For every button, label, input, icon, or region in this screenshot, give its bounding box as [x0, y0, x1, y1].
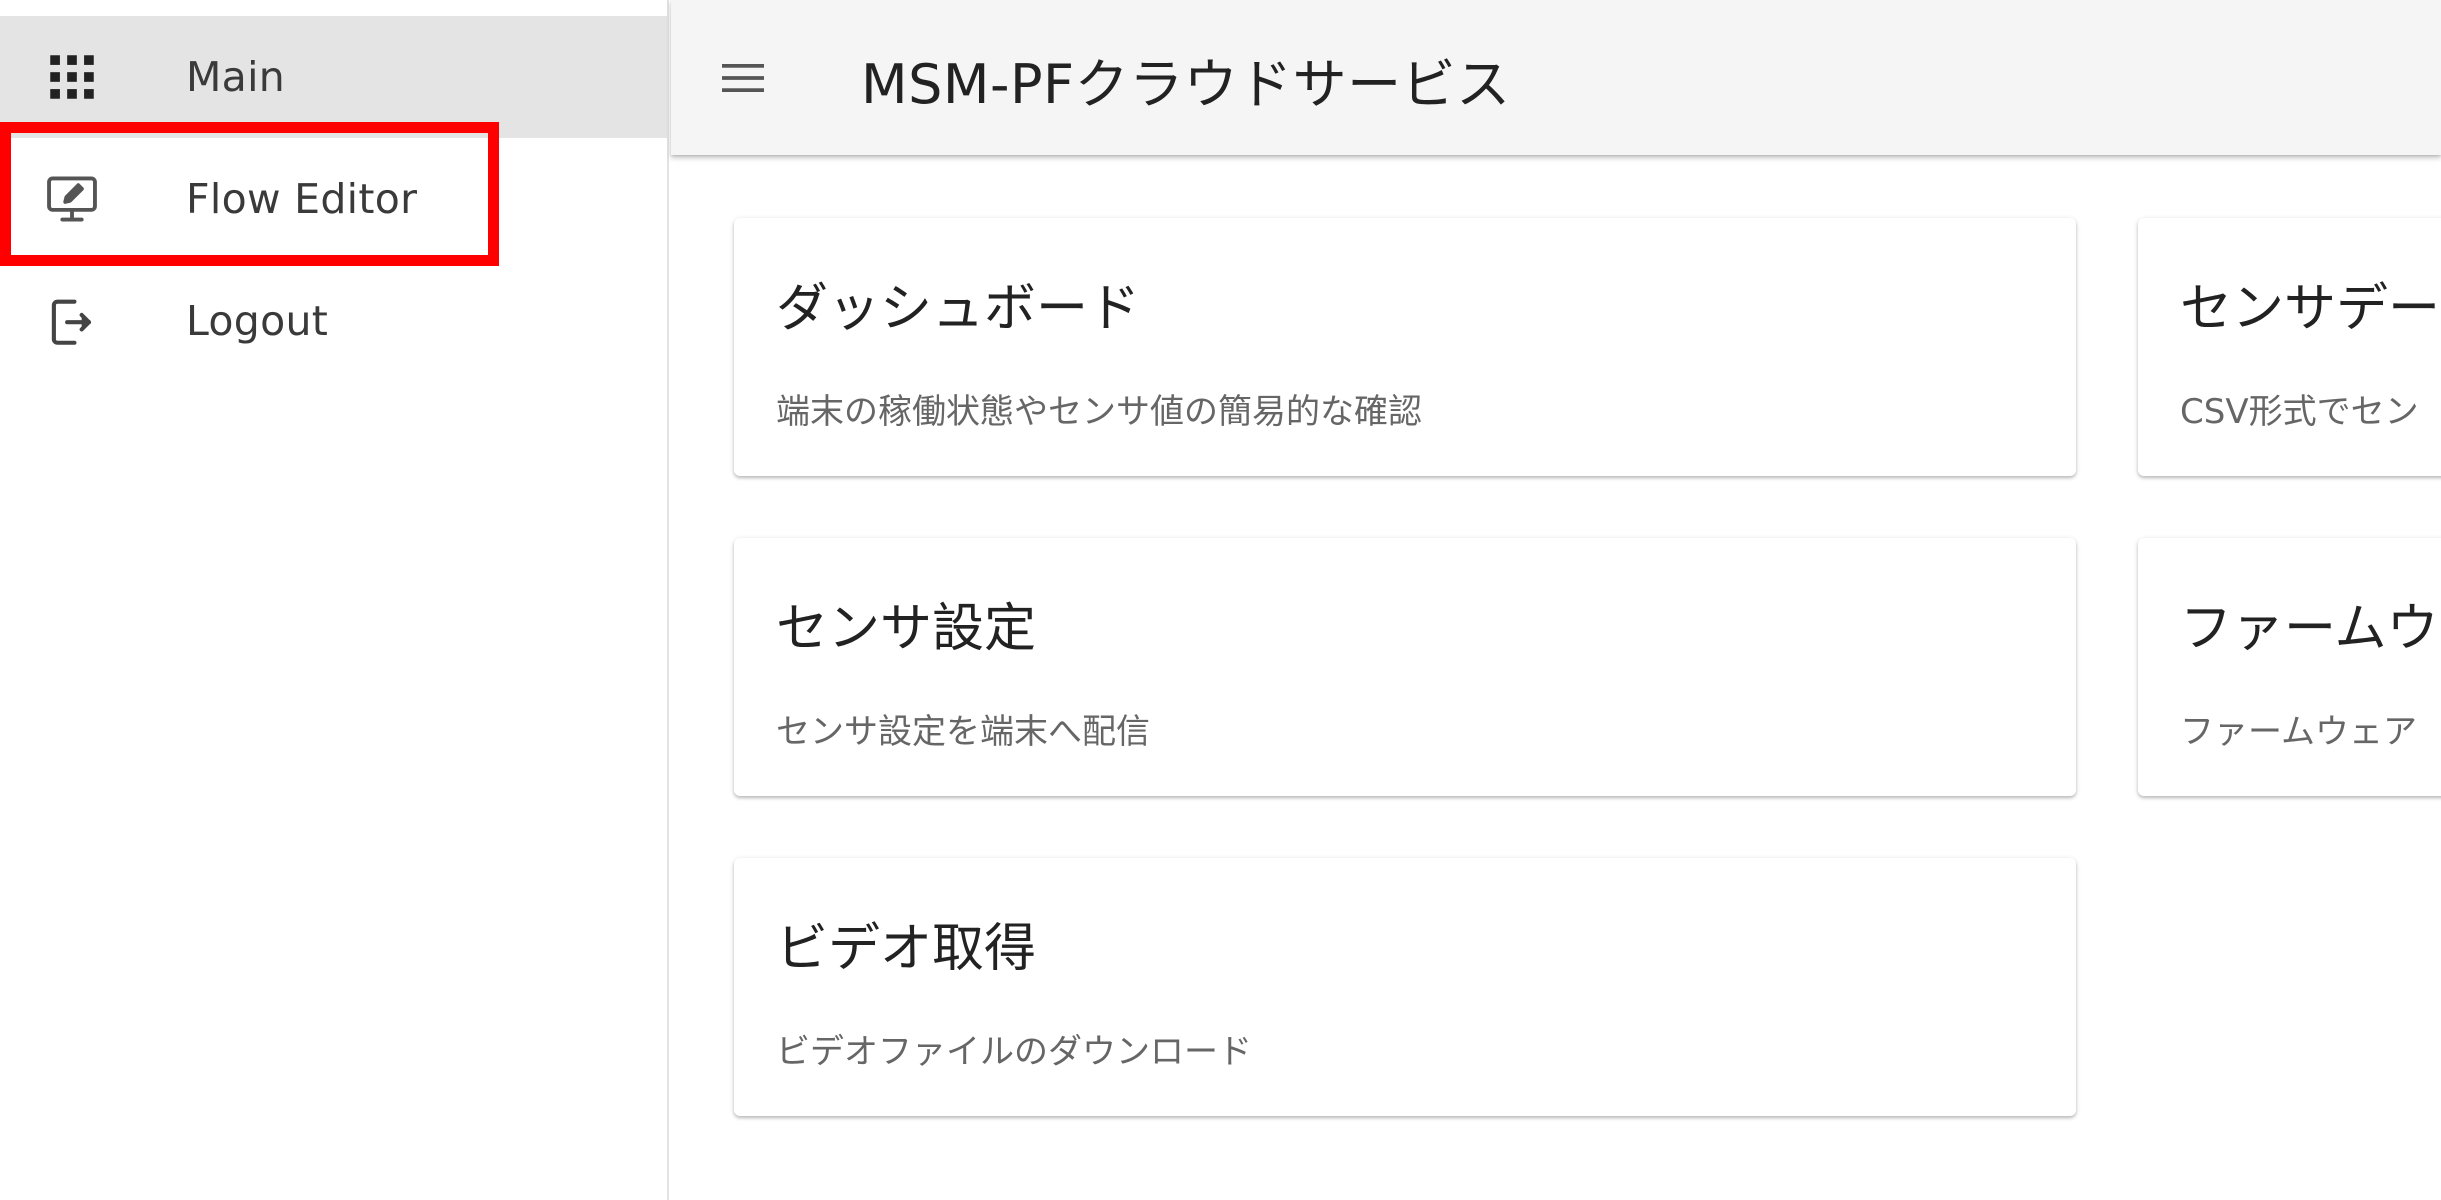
logout-icon [40, 289, 104, 353]
app-bar: MSM-PFクラウドサービス [671, 0, 2441, 155]
hamburger-menu-icon [722, 64, 764, 92]
card-sensor-data[interactable]: センサデー CSV形式でセン [2138, 218, 2441, 476]
sidebar-item-main[interactable]: Main [0, 16, 667, 138]
monitor-edit-icon [40, 167, 104, 231]
card-firmware[interactable]: ファームウ ファームウェア [2138, 538, 2441, 796]
card-title: ビデオ取得 [776, 919, 1037, 979]
menu-button[interactable] [701, 36, 785, 120]
card-title: ダッシュボード [776, 279, 1141, 339]
sidebar-item-flow-editor[interactable]: Flow Editor [0, 138, 667, 260]
sidebar-item-label: Flow Editor [186, 175, 418, 223]
card-description: ファームウェア [2180, 712, 2417, 752]
main-content: ダッシュボード 端末の稼働状態やセンサ値の簡易的な確認 センサデー CSV形式で… [671, 155, 2441, 1200]
sidebar-item-label: Main [186, 53, 286, 101]
sidebar-item-logout[interactable]: Logout [0, 260, 667, 382]
card-title: センサデー [2180, 279, 2441, 339]
card-title: ファームウ [2180, 599, 2439, 659]
card-description: センサ設定を端末へ配信 [776, 712, 1150, 752]
sidebar: Main Flow Editor Logout [0, 0, 669, 1200]
apps-grid-icon [40, 45, 104, 109]
page-title: MSM-PFクラウドサービス [861, 53, 1511, 116]
card-dashboard[interactable]: ダッシュボード 端末の稼働状態やセンサ値の簡易的な確認 [734, 218, 2076, 476]
card-description: ビデオファイルのダウンロード [776, 1032, 1252, 1072]
sidebar-item-label: Logout [186, 297, 329, 345]
card-video[interactable]: ビデオ取得 ビデオファイルのダウンロード [734, 858, 2076, 1116]
card-description: CSV形式でセン [2180, 392, 2419, 432]
card-title: センサ設定 [776, 599, 1037, 659]
card-sensor-settings[interactable]: センサ設定 センサ設定を端末へ配信 [734, 538, 2076, 796]
card-description: 端末の稼働状態やセンサ値の簡易的な確認 [776, 392, 1422, 432]
